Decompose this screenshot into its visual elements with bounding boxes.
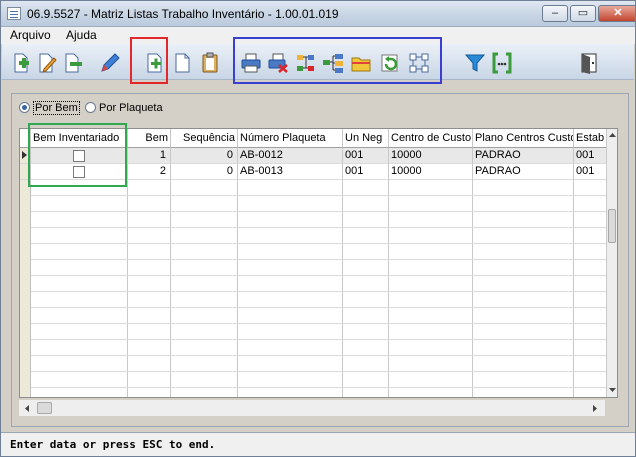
highlight-blue-box bbox=[233, 37, 442, 84]
blank-page-icon[interactable] bbox=[172, 52, 194, 74]
table-cell-plano[interactable]: PADRAO bbox=[473, 164, 574, 180]
radio-por-plaqueta-label: Por Plaqueta bbox=[99, 102, 163, 114]
table-cell-plano[interactable]: PADRAO bbox=[473, 148, 574, 164]
minimize-button[interactable]: – bbox=[542, 5, 568, 22]
row-selector-column bbox=[20, 180, 31, 397]
table-cell-un-neg[interactable]: 001 bbox=[343, 148, 389, 164]
close-button[interactable]: ✕ bbox=[598, 5, 635, 22]
window-title: 06.9.5527 - Matriz Listas Trabalho Inven… bbox=[27, 7, 339, 21]
scroll-left-icon[interactable] bbox=[23, 404, 31, 413]
table-cell-centro-custo[interactable]: 10000 bbox=[389, 164, 473, 180]
remove-document-icon[interactable] bbox=[62, 52, 84, 74]
empty-grid-rows bbox=[20, 180, 607, 397]
horizontal-scrollbar[interactable] bbox=[19, 400, 605, 416]
horizontal-scroll-thumb[interactable] bbox=[37, 402, 52, 414]
vertical-scrollbar[interactable] bbox=[606, 129, 617, 397]
vertical-scroll-thumb[interactable] bbox=[608, 209, 616, 243]
add-document-icon[interactable] bbox=[10, 52, 32, 74]
scroll-right-icon[interactable] bbox=[591, 404, 599, 413]
filter-icon[interactable] bbox=[464, 52, 486, 74]
radio-por-plaqueta[interactable]: Por Plaqueta bbox=[85, 102, 163, 114]
table-cell-plaqueta[interactable]: AB-0013 bbox=[238, 164, 343, 180]
app-icon bbox=[7, 7, 21, 20]
col-sequencia[interactable]: Sequência bbox=[171, 129, 238, 148]
table-cell-plaqueta[interactable]: AB-0012 bbox=[238, 148, 343, 164]
menu-ajuda[interactable]: Ajuda bbox=[66, 28, 97, 42]
highlight-red-box bbox=[130, 37, 168, 84]
col-centro-custo[interactable]: Centro de Custo bbox=[389, 129, 473, 148]
table-cell-bem[interactable]: 2 bbox=[128, 164, 171, 180]
table-cell-sequencia[interactable]: 0 bbox=[171, 148, 238, 164]
scroll-up-icon[interactable] bbox=[608, 131, 617, 139]
col-estab[interactable]: Estab bbox=[574, 129, 607, 148]
main-window: 06.9.5527 - Matriz Listas Trabalho Inven… bbox=[0, 0, 636, 457]
radio-unselected-indicator[interactable] bbox=[85, 102, 96, 113]
col-bem[interactable]: Bem bbox=[128, 129, 171, 148]
brackets-icon[interactable] bbox=[491, 52, 513, 74]
radio-por-bem[interactable]: Por Bem bbox=[19, 101, 80, 115]
radio-por-bem-label: Por Bem bbox=[33, 101, 80, 115]
clipboard-icon[interactable] bbox=[199, 52, 221, 74]
pencil-icon[interactable] bbox=[99, 52, 121, 74]
restore-button[interactable]: ▭ bbox=[570, 5, 596, 22]
table-cell-centro-custo[interactable]: 10000 bbox=[389, 148, 473, 164]
table-cell-estab[interactable]: 001 bbox=[574, 164, 607, 180]
table-cell-un-neg[interactable]: 001 bbox=[343, 164, 389, 180]
scroll-down-icon[interactable] bbox=[608, 386, 617, 394]
title-bar: 06.9.5527 - Matriz Listas Trabalho Inven… bbox=[1, 1, 635, 27]
table-cell-sequencia[interactable]: 0 bbox=[171, 164, 238, 180]
table-cell-estab[interactable]: 001 bbox=[574, 148, 607, 164]
highlight-green-box bbox=[28, 123, 127, 187]
table-cell-bem[interactable]: 1 bbox=[128, 148, 171, 164]
edit-document-icon[interactable] bbox=[36, 52, 58, 74]
menu-arquivo[interactable]: Arquivo bbox=[10, 28, 51, 42]
col-plano-centros-custo[interactable]: Plano Centros Custo bbox=[473, 129, 574, 148]
col-numero-plaqueta[interactable]: Número Plaqueta bbox=[238, 129, 343, 148]
exit-door-icon[interactable] bbox=[579, 52, 601, 74]
radio-selected-indicator[interactable] bbox=[19, 102, 30, 113]
col-un-neg[interactable]: Un Neg bbox=[343, 129, 389, 148]
status-bar: Enter data or press ESC to end. bbox=[1, 432, 635, 456]
